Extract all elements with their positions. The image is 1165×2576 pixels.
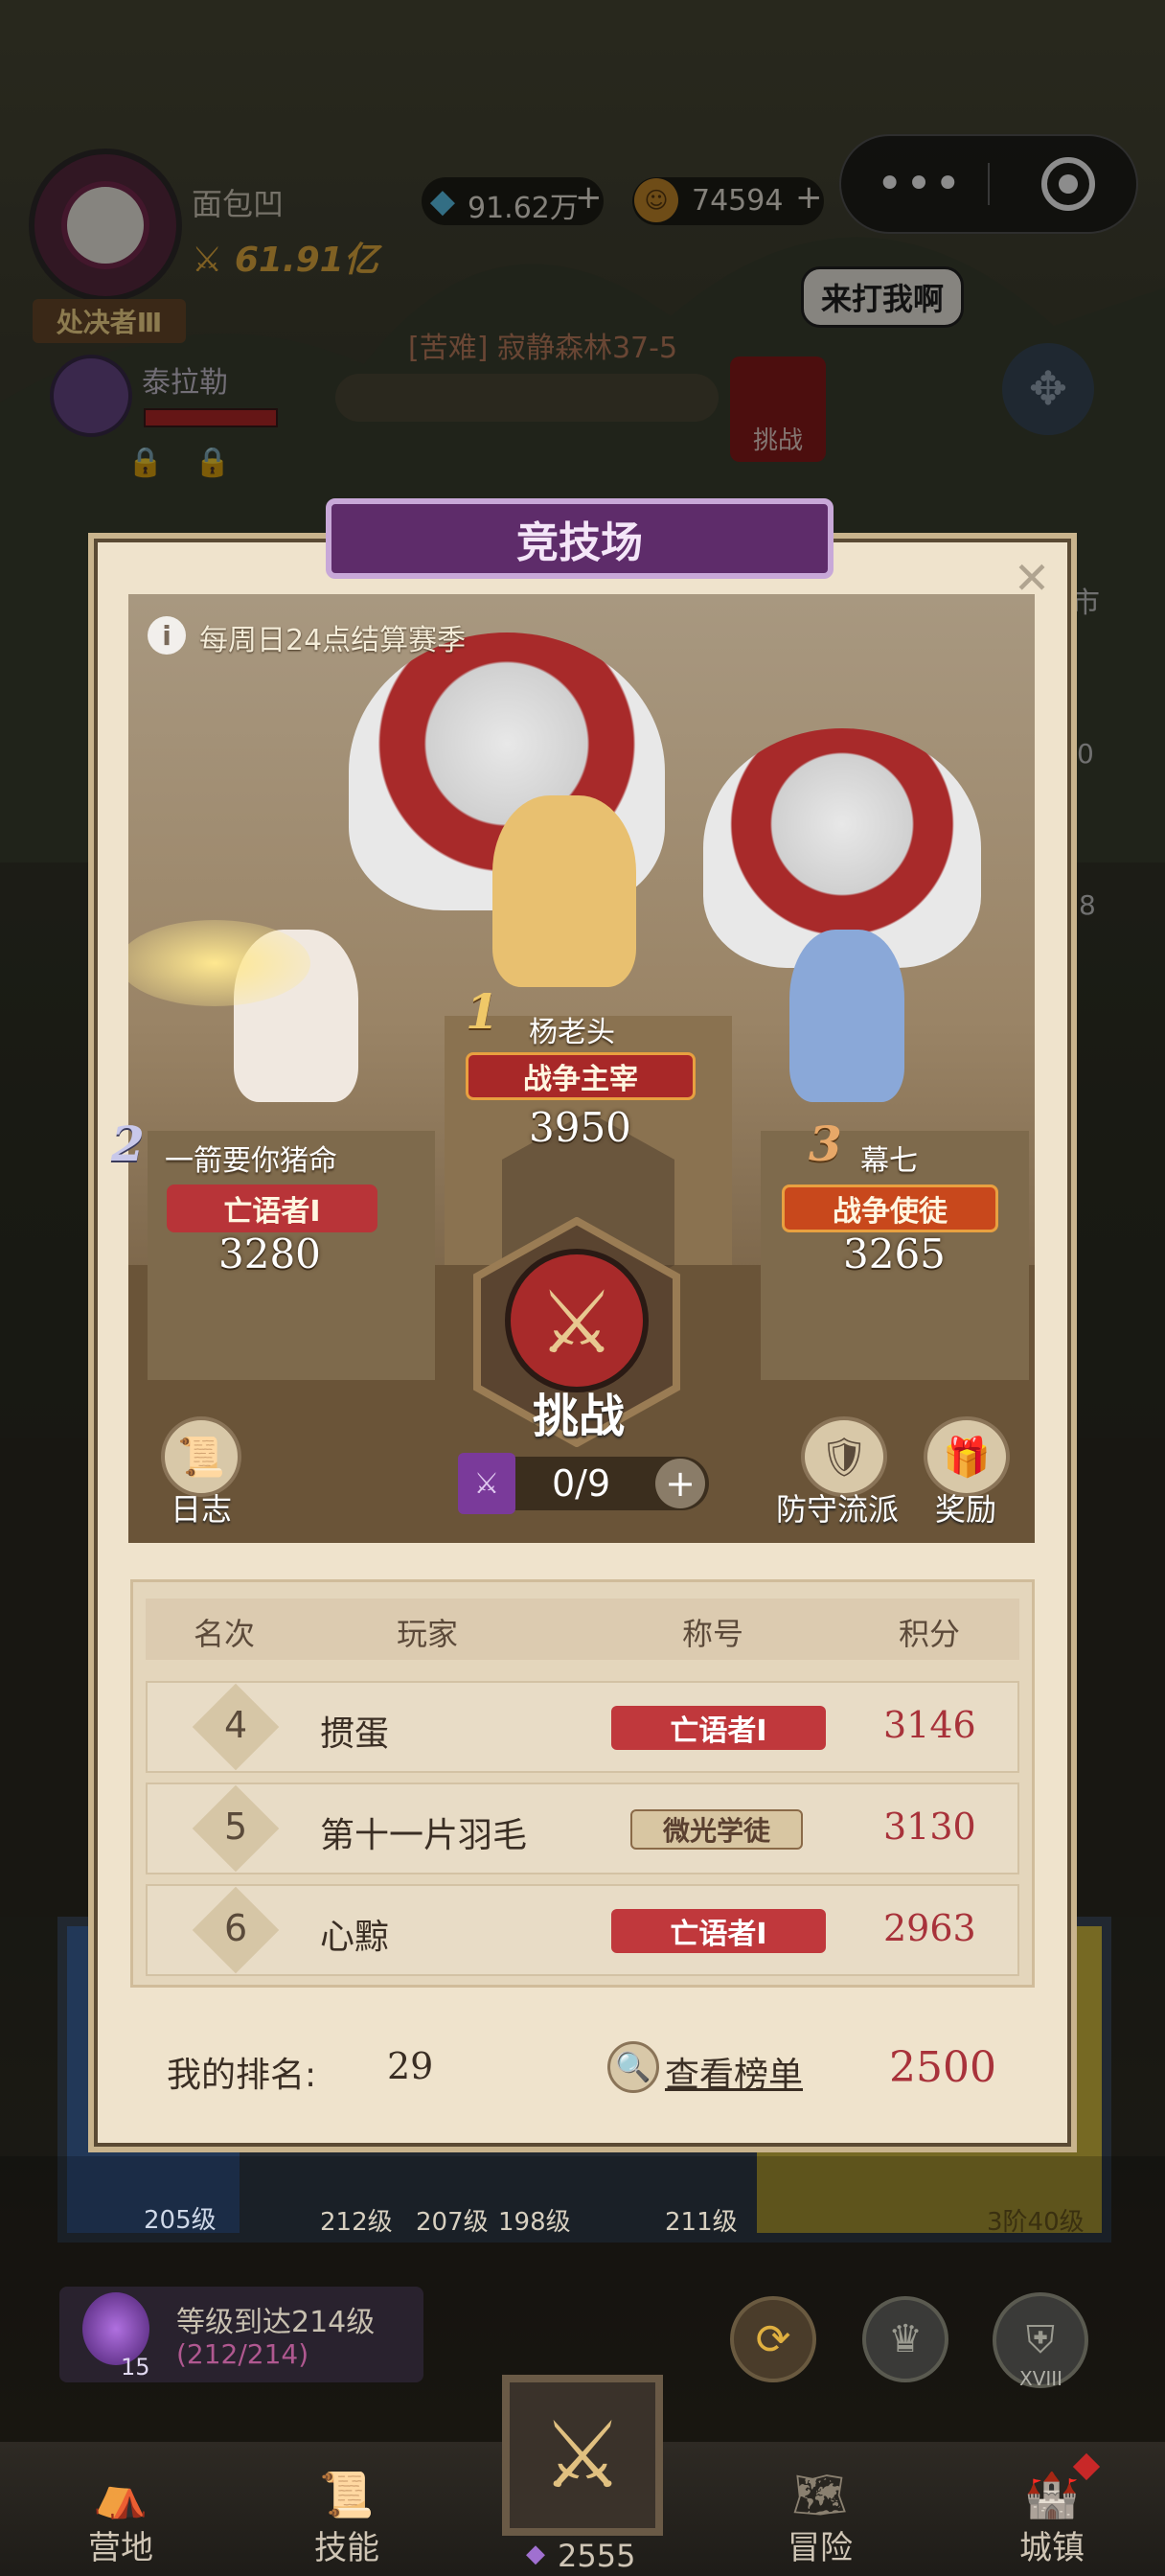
ticket-add-button[interactable]: +	[655, 1459, 705, 1508]
view-board-link[interactable]: 查看榜单	[665, 2047, 803, 2097]
podium-2-score: 3280	[218, 1230, 321, 1277]
crossed-swords-icon: ⚔	[540, 2402, 625, 2509]
podium-2-title: 亡语者Ⅰ	[167, 1184, 377, 1232]
nav-skills[interactable]: 📜 技能	[280, 2453, 414, 2568]
unit-level: 205级	[144, 2206, 217, 2235]
table-row[interactable]: 4 掼蛋 亡语者Ⅰ 3146	[146, 1681, 1019, 1773]
map-icon: 🗺	[791, 2469, 849, 2520]
unit-level: 212级	[320, 2208, 393, 2237]
ticket-value: 0/9	[552, 1462, 611, 1505]
header-player: 玩家	[397, 1616, 459, 1652]
nav-camp[interactable]: ⛺ 营地	[54, 2453, 188, 2568]
row-rank: 4	[224, 1704, 248, 1746]
nav-skills-label: 技能	[314, 2529, 379, 2567]
row-player: 第十一片羽毛	[320, 1816, 528, 1855]
defense-label[interactable]: 防守流派	[776, 1485, 899, 1530]
my-score-value: 2500	[889, 2043, 996, 2092]
podium-3-title: 战争使徒	[782, 1184, 998, 1232]
row-rank: 5	[224, 1806, 248, 1848]
season-notice: 每周日24点结算赛季	[199, 624, 467, 657]
nav-camp-label: 营地	[88, 2529, 153, 2567]
arena-title: 竞技场	[326, 498, 834, 579]
row-title: 亡语者Ⅰ	[611, 1706, 826, 1750]
row-score: 3146	[883, 1704, 976, 1746]
unit-level: 207级	[416, 2208, 489, 2237]
magnifier-icon[interactable]: 🔍	[607, 2041, 659, 2093]
quest-progress: (212/214)	[176, 2338, 309, 2370]
challenge-label: 挑战	[533, 1390, 626, 1443]
ticket-flag-icon: ⚔	[458, 1453, 515, 1514]
podium-1-title: 战争主宰	[466, 1052, 696, 1100]
my-rank-value: 29	[387, 2045, 434, 2087]
podium-3-score: 3265	[843, 1230, 946, 1277]
header-score: 积分	[899, 1616, 961, 1652]
reward-label[interactable]: 奖励	[935, 1485, 996, 1530]
nav-adventure-label: 冒险	[788, 2529, 853, 2567]
header-rank: 名次	[194, 1616, 256, 1652]
tent-icon: ⛺	[93, 2469, 148, 2520]
podium-2-name: 一箭要你猪命	[165, 1144, 337, 1178]
crown-icon[interactable]: ♛	[862, 2296, 948, 2382]
podium-1-name: 杨老头	[529, 1016, 615, 1049]
unit-level: 198级	[498, 2208, 571, 2237]
nav-town[interactable]: 🏰 城镇	[985, 2453, 1119, 2568]
nav-town-label: 城镇	[1019, 2529, 1085, 2567]
center-value: 2555	[558, 2538, 636, 2574]
row-player: 心黥	[320, 1918, 390, 1957]
log-label[interactable]: 日志	[171, 1485, 232, 1530]
podium-2-rank: 2	[111, 1116, 145, 1172]
nav-adventure[interactable]: 🗺 冒险	[753, 2453, 887, 2568]
unit-level: 3阶40级	[987, 2208, 1085, 2237]
header-title: 称号	[682, 1616, 744, 1652]
row-score: 3130	[883, 1806, 976, 1848]
row-title: 微光学徒	[630, 1809, 803, 1850]
row-player: 掼蛋	[320, 1714, 390, 1754]
my-rank-label: 我的排名:	[167, 2056, 317, 2095]
podium-3-name: 幕七	[860, 1144, 918, 1178]
nav-center-battle[interactable]: ⚔	[487, 2359, 678, 2561]
challenge-button[interactable]: ⚔ 挑战	[471, 1217, 682, 1447]
quest-count: 15	[121, 2354, 150, 2380]
table-row[interactable]: 6 心黥 亡语者Ⅰ 2963	[146, 1884, 1019, 1976]
info-icon[interactable]: i	[148, 616, 186, 655]
row-title: 亡语者Ⅰ	[611, 1909, 826, 1953]
podium-1-rank: 1	[466, 983, 499, 1040]
podium-3-character[interactable]	[789, 930, 904, 1102]
table-row[interactable]: 5 第十一片羽毛 微光学徒 3130	[146, 1782, 1019, 1874]
row-score: 2963	[883, 1907, 976, 1949]
gem-icon: ◆	[526, 2540, 545, 2568]
castle-icon: 🏰	[1024, 2469, 1080, 2520]
podium-3-rank: 3	[809, 1116, 842, 1172]
refresh-icon[interactable]: ⟳	[730, 2296, 816, 2382]
scroll-icon: 📜	[319, 2469, 375, 2520]
badge-roman: XVIII	[1019, 2367, 1063, 2390]
podium-1-score: 3950	[529, 1104, 631, 1151]
table-header: 名次 玩家 称号 积分	[146, 1598, 1019, 1660]
crossed-swords-icon: ⚔	[537, 1272, 616, 1373]
unit-level: 211级	[665, 2208, 738, 2237]
quest-text: 等级到达214级	[176, 2306, 376, 2339]
row-rank: 6	[224, 1907, 248, 1949]
podium-1-character[interactable]	[492, 795, 636, 987]
